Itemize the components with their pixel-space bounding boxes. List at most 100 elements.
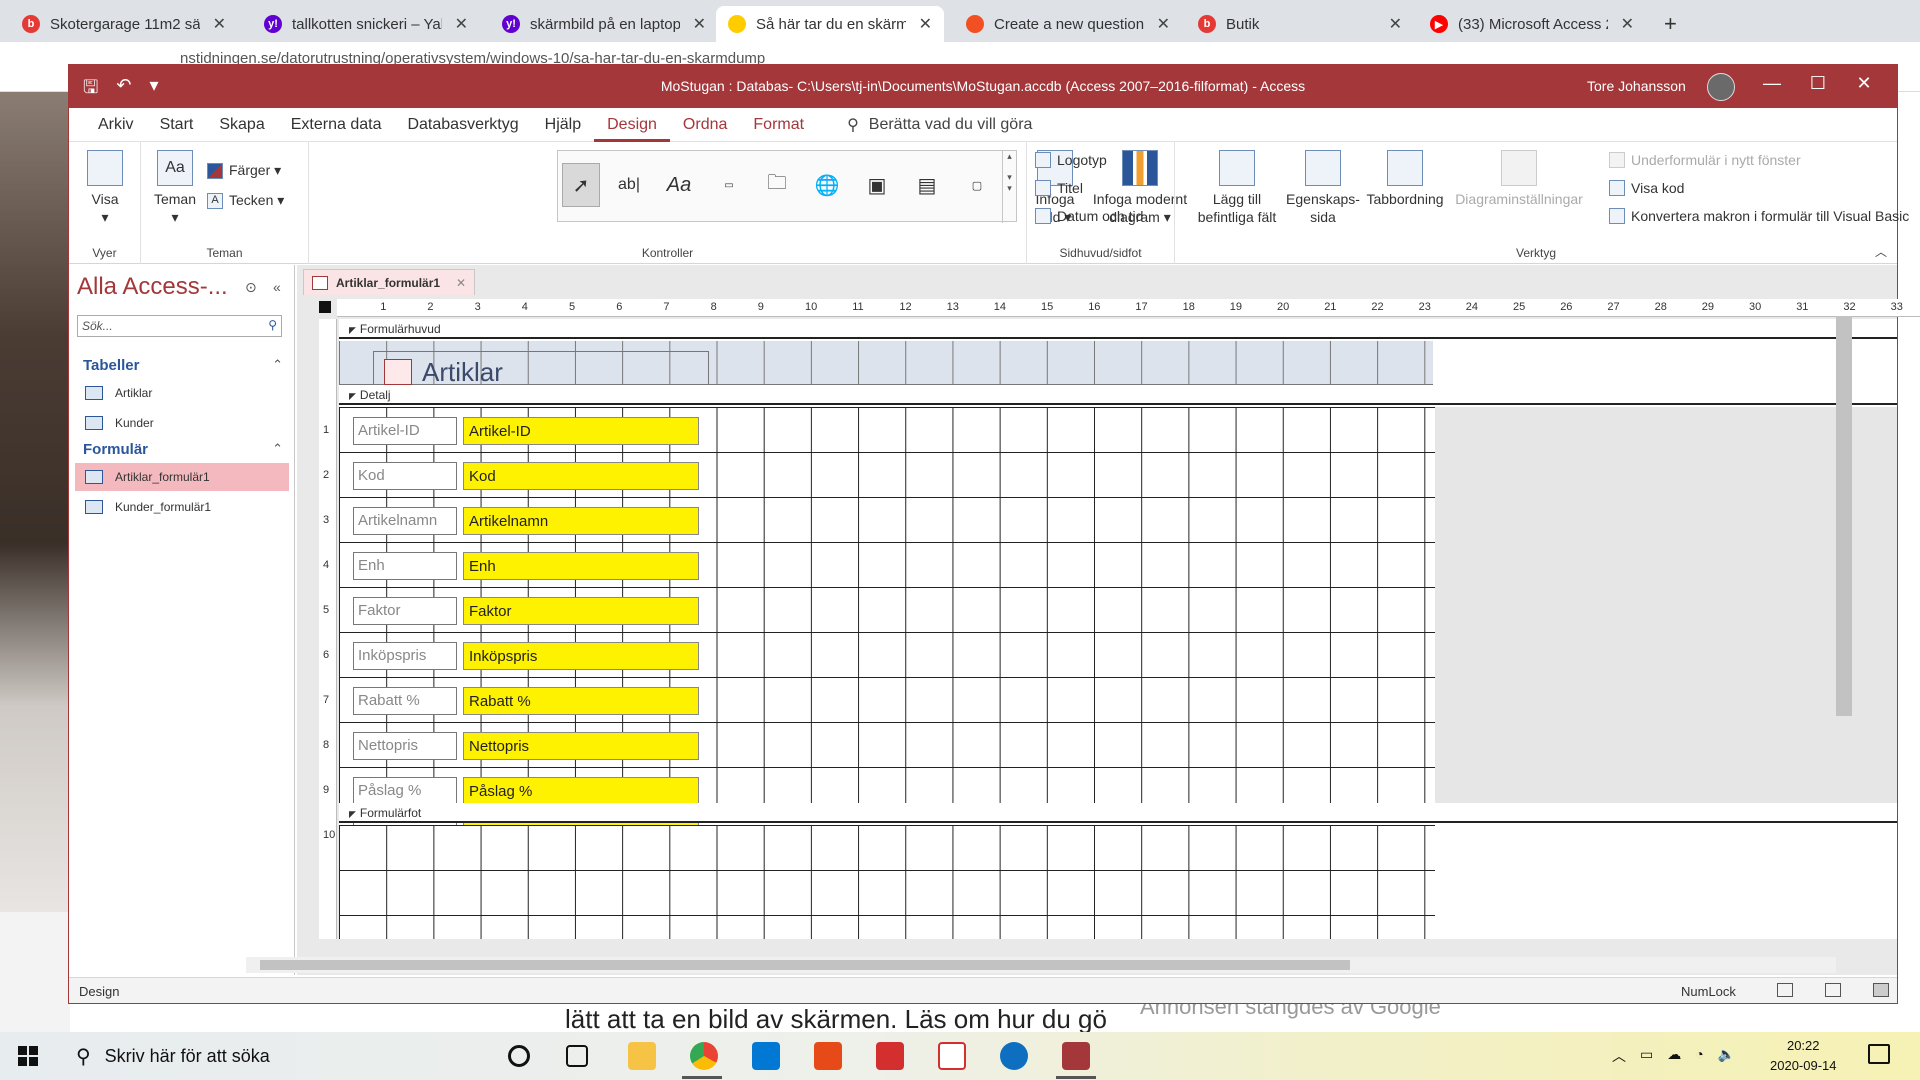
- new-tab-icon[interactable]: +: [1652, 6, 1689, 42]
- field-textbox[interactable]: Nettopris: [463, 732, 699, 760]
- close-tab-icon[interactable]: ✕: [213, 14, 226, 34]
- titel-button[interactable]: Titel: [1035, 180, 1083, 196]
- field-label[interactable]: Artikel-ID: [353, 417, 457, 445]
- tecken-button[interactable]: A Tecken ▾: [207, 192, 284, 209]
- close-tab-icon[interactable]: ✕: [919, 14, 932, 34]
- web-browser-icon[interactable]: ▣: [858, 163, 896, 207]
- field-label[interactable]: Påslag %: [353, 777, 457, 805]
- mail-icon[interactable]: [752, 1042, 780, 1070]
- close-tab-icon[interactable]: ✕: [1157, 14, 1170, 34]
- browser-tab[interactable]: Create a new question ✕: [954, 6, 1182, 42]
- nav-group-header[interactable]: Tabeller ⌃: [83, 357, 283, 374]
- tab-arkiv[interactable]: Arkiv: [85, 108, 147, 142]
- tab-ordna[interactable]: Ordna: [670, 108, 740, 142]
- tab-databasverktyg[interactable]: Databasverktyg: [394, 108, 531, 142]
- close-icon[interactable]: ✕: [456, 276, 466, 290]
- close-tab-icon[interactable]: ✕: [455, 14, 468, 34]
- nav-item[interactable]: Artiklar_formulär1: [75, 463, 289, 491]
- diagram-settings-button[interactable]: Diagraminställningar: [1449, 150, 1589, 208]
- nav-item[interactable]: Kunder_formulär1: [75, 493, 289, 521]
- textbox-icon[interactable]: ab|: [610, 163, 648, 207]
- volume-icon[interactable]: 🔈: [1718, 1046, 1735, 1066]
- collapse-nav-icon[interactable]: «: [273, 279, 281, 295]
- tab-start[interactable]: Start: [147, 108, 207, 142]
- wifi-icon[interactable]: ◔: [1695, 1046, 1703, 1066]
- maximize-button[interactable]: ☐: [1795, 73, 1841, 94]
- field-label[interactable]: Faktor: [353, 597, 457, 625]
- field-textbox[interactable]: Kod: [463, 462, 699, 490]
- nav-item[interactable]: Artiklar: [75, 379, 289, 407]
- browser-tab[interactable]: b Butik ✕: [1186, 6, 1414, 42]
- notification-icon[interactable]: [1868, 1044, 1890, 1064]
- option-group-icon[interactable]: ▢: [958, 163, 996, 207]
- gallery-scroll[interactable]: ▴ ▾ ▾: [1002, 151, 1016, 223]
- tab-design[interactable]: Design: [594, 108, 670, 142]
- teman-button[interactable]: Aa Teman ▾: [149, 150, 201, 226]
- egenskaps-button[interactable]: Egenskaps-sida: [1283, 150, 1363, 226]
- browser-tab[interactable]: b Skotergarage 11m2 säl ✕: [10, 6, 238, 42]
- avatar[interactable]: [1707, 73, 1735, 101]
- scroll-thumb[interactable]: [1836, 316, 1852, 716]
- tell-me-box[interactable]: ⚲ Berätta vad du vill göra: [847, 115, 1032, 135]
- field-label[interactable]: Rabatt %: [353, 687, 457, 715]
- clock[interactable]: 20:22 2020-09-14: [1770, 1036, 1837, 1076]
- file-explorer-icon[interactable]: [628, 1042, 656, 1070]
- select-pointer-icon[interactable]: ➚: [562, 163, 600, 207]
- scroll-thumb[interactable]: [260, 960, 1350, 970]
- close-button[interactable]: ✕: [1841, 73, 1887, 94]
- label-icon[interactable]: Aa: [660, 163, 698, 207]
- minimize-button[interactable]: —: [1749, 73, 1795, 94]
- button-icon[interactable]: ▭: [710, 163, 748, 207]
- taskbar-search[interactable]: ⚲ Skriv här för att söka: [66, 1036, 484, 1076]
- horizontal-scrollbar[interactable]: [246, 957, 1836, 973]
- close-tab-icon[interactable]: ✕: [693, 14, 706, 34]
- visa-kod-button[interactable]: Visa kod: [1609, 180, 1684, 196]
- nav-title[interactable]: Alla Access-...: [77, 273, 228, 301]
- field-label[interactable]: Enh: [353, 552, 457, 580]
- user-name[interactable]: Tore Johansson: [1587, 78, 1686, 94]
- nav-item[interactable]: Kunder: [75, 409, 289, 437]
- teamviewer-icon[interactable]: [1000, 1042, 1028, 1070]
- tab-hjälp[interactable]: Hjälp: [532, 108, 594, 142]
- tabbordning-button[interactable]: Tabbordning: [1361, 150, 1449, 208]
- tab-format[interactable]: Format: [740, 108, 817, 142]
- collapse-icon[interactable]: ⌃: [272, 441, 283, 457]
- field-textbox[interactable]: Artikelnamn: [463, 507, 699, 535]
- close-tab-icon[interactable]: ✕: [1621, 14, 1634, 34]
- collapse-icon[interactable]: ⌃: [272, 357, 283, 373]
- section-footer-bar[interactable]: Formulärfot: [339, 803, 1897, 823]
- access-icon[interactable]: [1062, 1042, 1090, 1070]
- browser-tab[interactable]: y! skärmbild på en laptop ✕: [490, 6, 718, 42]
- browser-tab[interactable]: y! tallkotten snickeri – Yah ✕: [252, 6, 480, 42]
- field-textbox[interactable]: Artikel-ID: [463, 417, 699, 445]
- field-textbox[interactable]: Påslag %: [463, 777, 699, 805]
- close-tab-icon[interactable]: ✕: [1389, 14, 1402, 34]
- konvertera-button[interactable]: Konvertera makron i formulär till Visual…: [1609, 208, 1909, 224]
- field-label[interactable]: Nettopris: [353, 732, 457, 760]
- field-textbox[interactable]: Faktor: [463, 597, 699, 625]
- cortana-icon[interactable]: [508, 1045, 530, 1067]
- vertical-scrollbar[interactable]: [1836, 296, 1852, 956]
- browser-tab[interactable]: ▶ (33) Microsoft Access 2 ✕: [1418, 6, 1646, 42]
- collapse-ribbon-icon[interactable]: ︿: [1875, 243, 1887, 260]
- app-icon[interactable]: [876, 1042, 904, 1070]
- form-view-icon[interactable]: [1777, 983, 1793, 997]
- search-icon[interactable]: ⚲: [268, 318, 277, 332]
- field-label[interactable]: Inköpspris: [353, 642, 457, 670]
- nav-search-input[interactable]: Sök... ⚲: [77, 315, 282, 337]
- datum-button[interactable]: Datum och tid: [1035, 208, 1143, 224]
- section-detail-bar[interactable]: Detalj: [339, 385, 1897, 405]
- field-label[interactable]: Kod: [353, 462, 457, 490]
- tab-control-icon[interactable]: 🗀: [758, 163, 796, 207]
- field-textbox[interactable]: Rabatt %: [463, 687, 699, 715]
- logotyp-button[interactable]: Logotyp: [1035, 152, 1107, 168]
- navigation-icon[interactable]: ▤: [908, 163, 946, 207]
- browser-tab[interactable]: Så här tar du en skärm ✕: [716, 6, 944, 42]
- chrome-icon[interactable]: [690, 1042, 718, 1070]
- document-tab[interactable]: Artiklar_formulär1 ✕: [303, 269, 476, 295]
- chevron-up-icon[interactable]: ︿: [1612, 1046, 1626, 1066]
- tab-externa-data[interactable]: Externa data: [278, 108, 395, 142]
- cloud-icon[interactable]: ☁: [1667, 1046, 1681, 1066]
- underformular-button[interactable]: Underformulär i nytt fönster: [1609, 152, 1801, 168]
- select-form-box[interactable]: [319, 301, 331, 313]
